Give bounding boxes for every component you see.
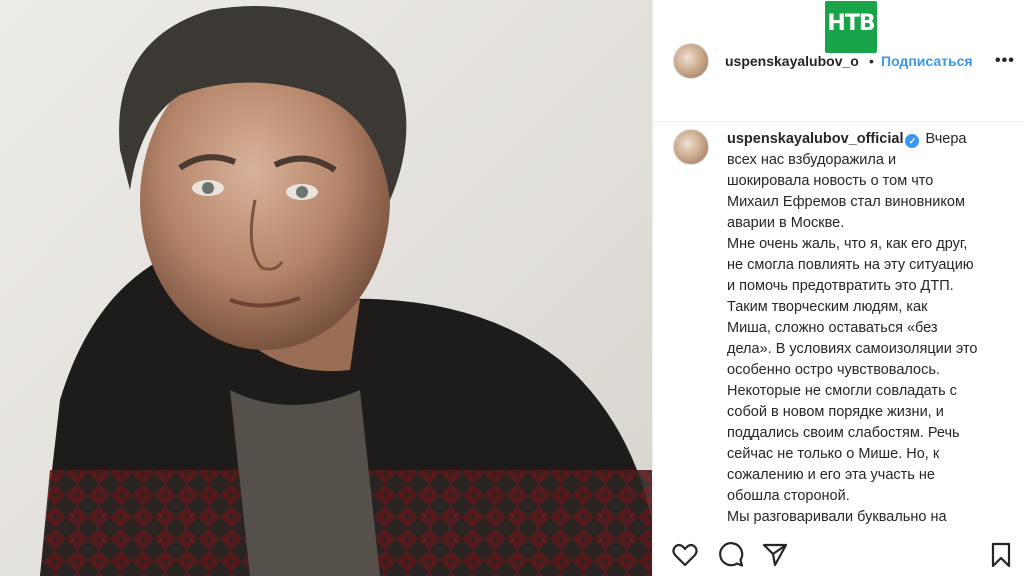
caption-line: собой в новом порядке жизни, и <box>727 404 944 420</box>
caption-line: Некоторые не смогли совладать с <box>727 383 957 399</box>
caption-section: uspenskayalubov_official ✓ Вчера всех нас… <box>653 123 1024 535</box>
caption-author-avatar[interactable] <box>673 129 709 165</box>
share-icon[interactable] <box>761 541 789 569</box>
ntv-logo-watermark: НТВ <box>825 1 877 53</box>
caption-line: Мы разговаривали буквально на <box>727 509 947 525</box>
post-actions-bar <box>653 535 1024 576</box>
caption-line: не смогла повлиять на эту ситуацию <box>727 257 974 273</box>
heart-icon[interactable] <box>671 541 699 569</box>
caption-line: всех нас взбудоражила и <box>727 152 897 168</box>
more-options-icon[interactable]: ••• <box>995 52 1015 70</box>
ntv-logo-text: НТВ <box>827 11 875 36</box>
caption-line: Миша, сложно оставаться «без <box>727 320 938 336</box>
caption-line: дела». В условиях самоизоляции это <box>727 341 978 357</box>
caption-line: сейчас не только о Мише. Но, к <box>727 446 940 462</box>
caption-text: uspenskayalubov_official ✓ Вчера всех нас… <box>727 129 1007 528</box>
caption-line: Таким творческим людям, как <box>727 299 928 315</box>
verified-badge-icon: ✓ <box>905 134 920 148</box>
post-photo[interactable] <box>0 0 652 576</box>
caption-line: Вчера <box>925 131 967 147</box>
comment-icon[interactable] <box>717 541 745 569</box>
caption-line: поддались своим слабостям. Речь <box>727 425 960 441</box>
author-avatar[interactable] <box>673 43 709 79</box>
caption-line: особенно остро чувствовалось. <box>727 362 940 378</box>
caption-line: аварии в Москве. <box>727 215 845 231</box>
caption-username[interactable]: uspenskayalubov_official <box>727 131 903 147</box>
author-username[interactable]: uspenskayalubov_o <box>725 53 867 69</box>
caption-line: шокировала новость о том что <box>727 173 934 189</box>
caption-line: Михаил Ефремов стал виновником <box>727 194 965 210</box>
caption-line: обошла стороной. <box>727 488 850 504</box>
bookmark-icon[interactable] <box>987 541 1015 569</box>
follow-button[interactable]: Подписаться <box>881 53 973 69</box>
post-side-panel: uspenskayalubov_o • Подписаться ••• НТВ … <box>652 0 1024 576</box>
caption-line: Мне очень жаль, что я, как его друг, <box>727 236 968 252</box>
caption-line: сожалению и его эта участь не <box>727 467 935 483</box>
separator-dot: • <box>869 53 874 69</box>
caption-line: и помочь предотвратить это ДТП. <box>727 278 954 294</box>
portrait-image <box>40 6 652 576</box>
